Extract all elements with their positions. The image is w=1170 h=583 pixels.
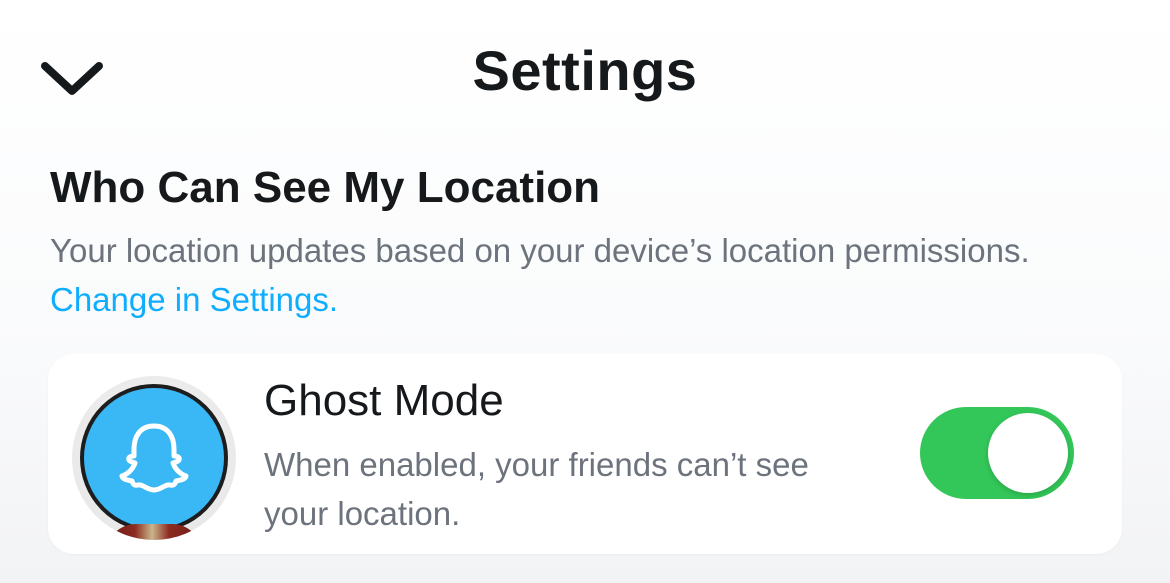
ghost-icon (119, 423, 189, 493)
section-description: Your location updates based on your devi… (50, 226, 1030, 324)
header: Settings (0, 0, 1170, 150)
page-title: Settings (472, 39, 698, 102)
change-in-settings-link[interactable]: Change in Settings. (50, 281, 338, 318)
avatar-ring (80, 384, 228, 532)
ghost-mode-card: Ghost Mode When enabled, your friends ca… (48, 354, 1122, 554)
ghost-mode-title: Ghost Mode (264, 376, 504, 425)
avatar-figure (106, 524, 202, 540)
ghost-mode-description: When enabled, your friends can’t see you… (264, 446, 809, 532)
toggle-knob (988, 413, 1068, 493)
ghost-mode-toggle[interactable] (920, 407, 1074, 499)
section-title: Who Can See My Location (50, 163, 601, 212)
section-description-text: Your location updates based on your devi… (50, 232, 1030, 269)
avatar (72, 376, 236, 540)
